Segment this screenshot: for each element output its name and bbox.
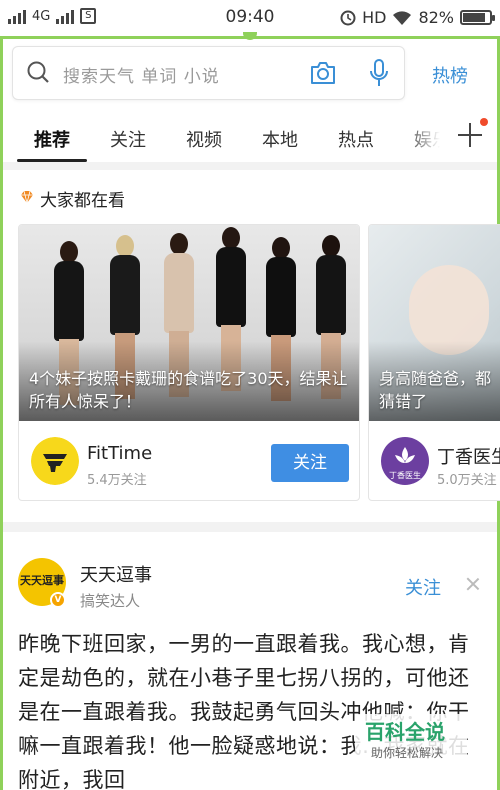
dingxiang-avatar-text: 丁香医生: [389, 471, 421, 480]
add-channel-icon[interactable]: [458, 123, 482, 147]
watermark-title: 百科全说: [365, 720, 445, 744]
status-right: HD 82%: [340, 8, 495, 27]
close-icon[interactable]: [466, 577, 480, 591]
fittime-logo-icon[interactable]: [31, 437, 79, 485]
status-bar: 4G S 09:40 HD 82%: [0, 0, 500, 36]
hot-list-link[interactable]: 热榜: [432, 62, 468, 88]
watermark: 百科全说 助你轻松解决: [355, 714, 467, 764]
tab-video[interactable]: 视频: [186, 126, 222, 152]
tab-follow[interactable]: 关注: [110, 126, 146, 152]
card-caption[interactable]: 身高随爸爸，都猜错了: [379, 367, 500, 413]
search-icon: [27, 61, 49, 83]
card-author[interactable]: FitTime: [87, 443, 152, 464]
author-tag: 搞笑达人: [80, 592, 141, 610]
card-caption[interactable]: 4个妹子按照卡戴珊的食谱吃了30天，结果让所有人惊呆了！: [29, 367, 353, 413]
notification-dot: [480, 118, 488, 126]
card-author[interactable]: 丁香医生: [437, 443, 500, 469]
follow-button[interactable]: 关注: [271, 444, 349, 482]
follow-link[interactable]: 关注: [405, 574, 441, 600]
tab-local[interactable]: 本地: [262, 126, 298, 152]
author-name[interactable]: 天天逗事: [80, 561, 152, 587]
card-image[interactable]: 身高随爸爸，都猜错了: [369, 225, 500, 421]
microphone-icon[interactable]: [369, 58, 389, 88]
camera-icon[interactable]: [309, 60, 337, 86]
alarm-icon: [340, 10, 356, 25]
diamond-icon: [21, 190, 33, 204]
article-body[interactable]: 昨晚下班回家，一男的一直跟着我。我心想，肯定是劫色的，就在小巷子里七拐八拐的，可…: [18, 627, 478, 790]
avatar-text: 天天逗事: [20, 574, 64, 587]
wifi-icon: [393, 10, 412, 25]
tab-hot[interactable]: 热点: [338, 126, 374, 152]
search-placeholder[interactable]: 搜索天气 单词 小说: [63, 62, 220, 87]
card-image[interactable]: 4个妹子按照卡戴珊的食谱吃了30天，结果让所有人惊呆了！: [19, 225, 359, 421]
verified-badge: V: [50, 592, 66, 608]
card-fans: 5.0万关注: [437, 473, 497, 488]
recommend-card[interactable]: 4个妹子按照卡戴珊的食谱吃了30天，结果让所有人惊呆了！ FitTime 5.4…: [18, 224, 360, 501]
section-title: 大家都在看: [40, 191, 125, 211]
recommend-card[interactable]: 身高随爸爸，都猜错了 丁香医生 丁香医生 5.0万关注: [368, 224, 500, 501]
dingxiang-logo-icon[interactable]: 丁香医生: [381, 437, 429, 485]
hd-label: HD: [362, 8, 387, 27]
divider: [3, 162, 497, 170]
battery-percent: 82%: [418, 8, 454, 27]
divider: [3, 522, 497, 532]
tabs-fade: [405, 112, 455, 160]
watermark-subtitle: 助你轻松解决: [371, 746, 444, 760]
card-fans: 5.4万关注: [87, 473, 147, 488]
tab-recommend[interactable]: 推荐: [34, 126, 70, 152]
search-bar[interactable]: 搜索天气 单词 小说: [12, 46, 405, 100]
battery-icon: [460, 10, 495, 25]
